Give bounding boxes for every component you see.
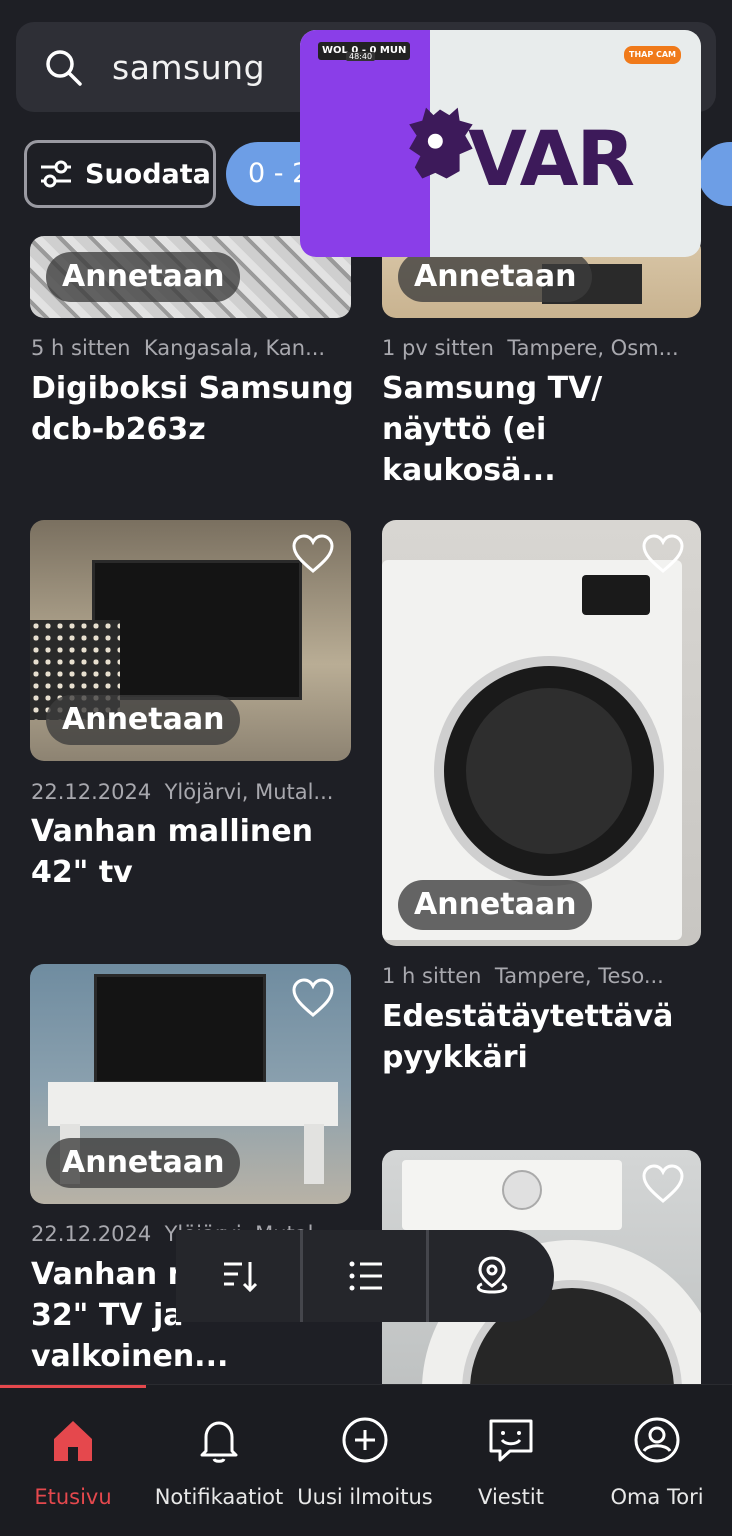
favorite-heart-icon[interactable] bbox=[291, 978, 335, 1018]
nav-label: Oma Tori bbox=[610, 1485, 704, 1509]
video-pip-overlay[interactable]: WOL 0 - 0 MUN 48:40 THAP CAM VAR bbox=[300, 30, 701, 257]
listing-image[interactable]: Annetaan bbox=[30, 520, 351, 761]
listing-title[interactable]: Edestätäytettävä pyykkäri bbox=[382, 996, 712, 1078]
nav-item-home[interactable]: Etusivu bbox=[0, 1385, 146, 1536]
listing-image[interactable]: Annetaan bbox=[30, 964, 351, 1204]
pip-overlay-text: VAR bbox=[468, 114, 635, 203]
toolbar-divider bbox=[300, 1230, 303, 1322]
nav-item-new-listing[interactable]: Uusi ilmoitus bbox=[292, 1385, 438, 1536]
search-input[interactable]: samsung bbox=[112, 48, 265, 87]
bottom-navigation: Etusivu Notifikaatiot Uusi ilmoitus Vies… bbox=[0, 1384, 732, 1536]
map-pin-icon[interactable] bbox=[468, 1252, 516, 1300]
chat-icon bbox=[489, 1419, 533, 1462]
listing-meta: 22.12.2024 Ylöjärvi, Mutal... bbox=[31, 780, 334, 804]
favorite-heart-icon[interactable] bbox=[641, 534, 685, 574]
search-icon bbox=[46, 50, 82, 86]
nav-item-messages[interactable]: Viestit bbox=[438, 1385, 584, 1536]
profile-icon bbox=[634, 1417, 680, 1463]
listing-title[interactable]: Digiboksi Samsung dcb-b263z bbox=[31, 368, 361, 450]
view-toolbar bbox=[176, 1230, 554, 1322]
nav-item-notifications[interactable]: Notifikaatiot bbox=[146, 1385, 292, 1536]
filter-button[interactable]: Suodata bbox=[24, 140, 216, 208]
listing-title[interactable]: Vanhan mallinen 42" tv bbox=[31, 811, 331, 893]
sort-icon[interactable] bbox=[216, 1252, 264, 1300]
pip-clock: 48:40 bbox=[346, 52, 376, 61]
favorite-heart-icon[interactable] bbox=[641, 1164, 685, 1204]
bell-icon bbox=[200, 1421, 238, 1463]
listing-image[interactable]: Annetaan bbox=[382, 520, 701, 946]
listing-meta: 1 pv sitten Tampere, Osm... bbox=[382, 336, 679, 360]
plus-circle-icon bbox=[342, 1417, 388, 1463]
giveaway-badge: Annetaan bbox=[46, 252, 241, 302]
giveaway-badge: Annetaan bbox=[46, 1138, 241, 1188]
pip-brand-logo: THAP CAM bbox=[624, 46, 682, 64]
filter-chip[interactable] bbox=[698, 142, 732, 206]
home-icon bbox=[54, 1421, 92, 1461]
sliders-icon bbox=[41, 160, 71, 188]
nav-item-profile[interactable]: Oma Tori bbox=[584, 1385, 730, 1536]
giveaway-badge: Annetaan bbox=[398, 880, 593, 930]
listing-meta: 5 h sitten Kangasala, Kan... bbox=[31, 336, 326, 360]
toolbar-divider bbox=[426, 1230, 429, 1322]
listing-meta: 1 h sitten Tampere, Teso... bbox=[382, 964, 664, 988]
list-view-icon[interactable] bbox=[342, 1252, 390, 1300]
favorite-heart-icon[interactable] bbox=[291, 534, 335, 574]
giveaway-badge: Annetaan bbox=[398, 252, 593, 302]
giveaway-badge: Annetaan bbox=[46, 695, 241, 745]
listing-title[interactable]: Samsung TV/ näyttö (ei kaukosä... bbox=[382, 368, 712, 491]
filter-label: Suodata bbox=[85, 158, 211, 190]
